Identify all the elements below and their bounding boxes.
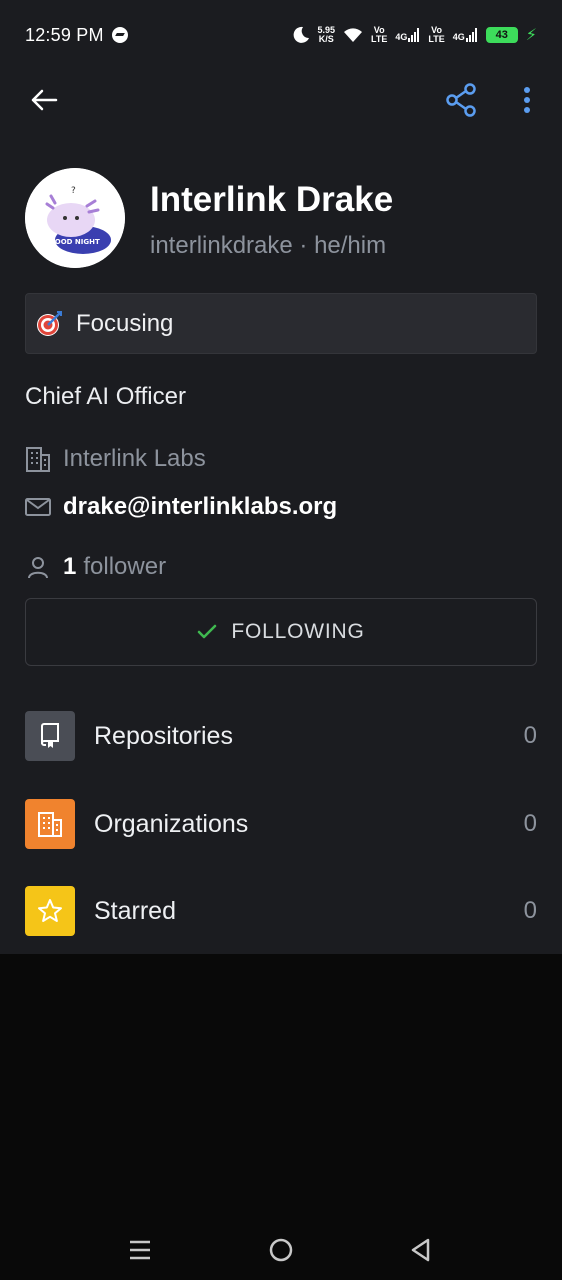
username-pronouns: interlinkdrake · he/him [150,232,387,259]
menu-item-organizations[interactable]: Organizations 0 [25,799,537,849]
app-screen: 12:59 PM 5.95 K/S Vo LTE 4G Vo LTE 4G 43… [0,0,562,954]
dart-target-icon [34,309,64,339]
status-icons: 5.95 K/S Vo LTE 4G Vo LTE 4G 43 ⚡ [292,25,537,45]
organization-icon [38,812,62,837]
home-button[interactable] [261,1232,301,1268]
check-icon [198,624,217,639]
signal-icon [408,28,420,42]
battery-level: 43 [495,29,508,41]
repo-tile [25,711,75,761]
follower-label: follower [83,553,167,580]
sim1-network: 4G [395,28,420,42]
status-time: 12:59 PM [25,24,104,45]
more-vertical-icon [524,87,530,113]
company-row: Interlink Labs [25,445,206,473]
sim2-volte: Vo LTE [428,26,444,44]
triangle-back-icon [411,1238,430,1262]
sim2-network: 4G [453,28,478,42]
avatar[interactable]: ? GOOD NIGHT [25,168,125,268]
share-icon [446,83,476,117]
back-button[interactable] [22,82,66,118]
arrow-left-icon [31,89,58,111]
avatar-image: ? GOOD NIGHT [25,168,125,268]
email-row[interactable]: drake@interlinklabs.org [25,493,337,521]
star-icon [38,899,62,922]
top-app-bar [0,70,562,130]
menu-label-repositories: Repositories [94,721,233,750]
svg-text:?: ? [71,186,76,196]
status-bar: 12:59 PM 5.95 K/S Vo LTE 4G Vo LTE 4G 43… [0,0,562,70]
starred-tile [25,886,75,936]
menu-count-organizations: 0 [523,810,537,837]
home-circle-icon [269,1238,293,1262]
battery-icon: 43 [485,27,518,43]
sim2-label-bottom: LTE [428,34,445,44]
menu-count-starred: 0 [523,897,537,924]
wifi-icon [344,28,363,42]
building-icon [25,446,51,472]
organization-tile [25,799,75,849]
more-options-button[interactable] [510,80,544,120]
following-label: FOLLOWING [231,620,365,643]
menu-item-repositories[interactable]: Repositories 0 [25,711,537,761]
sim1-network-label: 4G [395,32,408,42]
avatar-caption: GOOD NIGHT [49,238,100,246]
status-text: Focusing [76,309,174,337]
messenger-icon [111,27,128,43]
menu-count-repositories: 0 [523,722,537,749]
menu-icon [130,1240,150,1260]
net-speed-unit: K/S [318,34,334,44]
person-icon [25,554,51,580]
menu-label-organizations: Organizations [94,809,249,838]
follower-count: 1 [63,553,77,580]
following-button[interactable]: FOLLOWING [25,598,537,666]
net-speed: 5.95 K/S [318,26,336,44]
sim1-label-bottom: LTE [371,34,388,44]
system-back-button[interactable] [400,1232,440,1268]
system-navigation-bar [0,1216,562,1280]
company-name: Interlink Labs [63,445,206,472]
email-address[interactable]: drake@interlinklabs.org [63,493,337,521]
display-name: Interlink Drake [150,180,394,219]
sim1-volte: Vo LTE [371,26,387,44]
recent-apps-button[interactable] [120,1232,160,1268]
charging-icon: ⚡ [525,27,537,44]
share-button[interactable] [440,80,482,120]
menu-item-starred[interactable]: Starred 0 [25,886,537,936]
sim2-network-label: 4G [452,32,465,42]
signal-icon [465,28,477,42]
followers-text: 1 follower [63,553,166,581]
moon-icon [293,26,309,43]
followers-row[interactable]: 1 follower [25,553,166,581]
repo-icon [40,723,59,748]
bio: Chief AI Officer [25,383,186,410]
mail-icon [25,494,51,520]
menu-label-starred: Starred [94,896,176,925]
user-status[interactable]: Focusing [25,293,537,354]
